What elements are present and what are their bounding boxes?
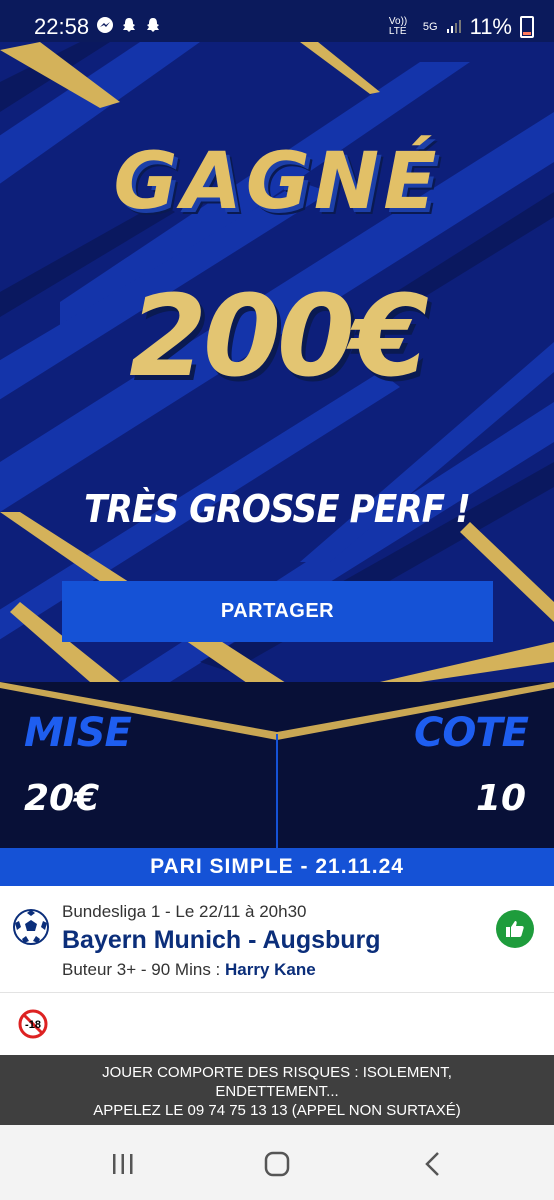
status-time: 22:58	[34, 14, 90, 39]
bet-card[interactable]: Bundesliga 1 - Le 22/11 à 20h30 Bayern M…	[0, 886, 554, 993]
network-type: 5G	[422, 21, 438, 33]
back-icon[interactable]	[418, 1149, 448, 1179]
gambling-warning: JOUER COMPORTE DES RISQUES : ISOLEMENT, …	[0, 1055, 554, 1125]
battery-icon	[520, 16, 534, 38]
warning-line-1: JOUER COMPORTE DES RISQUES : ISOLEMENT, …	[102, 1064, 452, 1100]
win-title: GAGNÉ	[113, 137, 441, 227]
network-label: Vo)) LTE	[388, 16, 408, 37]
snapchat-icon	[120, 16, 138, 34]
stake-label: MISE	[24, 710, 132, 756]
win-amount: 200€	[129, 272, 429, 402]
home-icon[interactable]	[262, 1149, 292, 1179]
recent-apps-icon[interactable]	[108, 1149, 138, 1179]
odds-value: 10	[475, 778, 526, 819]
battery-percent: 11%	[469, 14, 512, 39]
football-icon	[13, 909, 49, 945]
odds-label: COTE	[414, 710, 529, 756]
match-teams: Bayern Munich - Augsburg	[62, 926, 381, 954]
system-nav-bar	[0, 1125, 554, 1200]
selection: Harry Kane	[225, 960, 316, 979]
snapchat-icon	[144, 16, 162, 34]
age-restriction-icon: -18	[18, 1009, 48, 1039]
signal-icon	[446, 18, 462, 37]
win-message: TRÈS GROSSE PERF !	[84, 487, 471, 531]
warning-line-2: APPELEZ LE 09 74 75 13 13 (APPEL NON SUR…	[93, 1102, 461, 1119]
age-badge-text: -18	[25, 1019, 41, 1031]
system-status: Vo)) LTE 5G 11%	[389, 14, 534, 40]
messenger-icon	[96, 16, 114, 34]
thumbs-up-icon	[496, 910, 534, 948]
bet-type-banner: PARI SIMPLE - 21.11.24	[0, 848, 554, 886]
stake-odds-panel: MISE 20€ COTE 10	[0, 682, 554, 848]
share-button[interactable]: PARTAGER	[62, 581, 493, 642]
age-restriction-row: -18	[0, 993, 554, 1055]
notification-icons	[96, 16, 162, 34]
stake-value: 20€	[24, 778, 100, 819]
bet-market: Buteur 3+ - 90 Mins : Harry Kane	[62, 960, 316, 980]
win-hero: GAGNÉ 200€ TRÈS GROSSE PERF ! PARTAGER	[0, 42, 554, 682]
market-label: Buteur 3+ - 90 Mins :	[62, 960, 225, 979]
panel-divider	[0, 682, 554, 848]
match-info: Bundesliga 1 - Le 22/11 à 20h30	[62, 902, 307, 921]
